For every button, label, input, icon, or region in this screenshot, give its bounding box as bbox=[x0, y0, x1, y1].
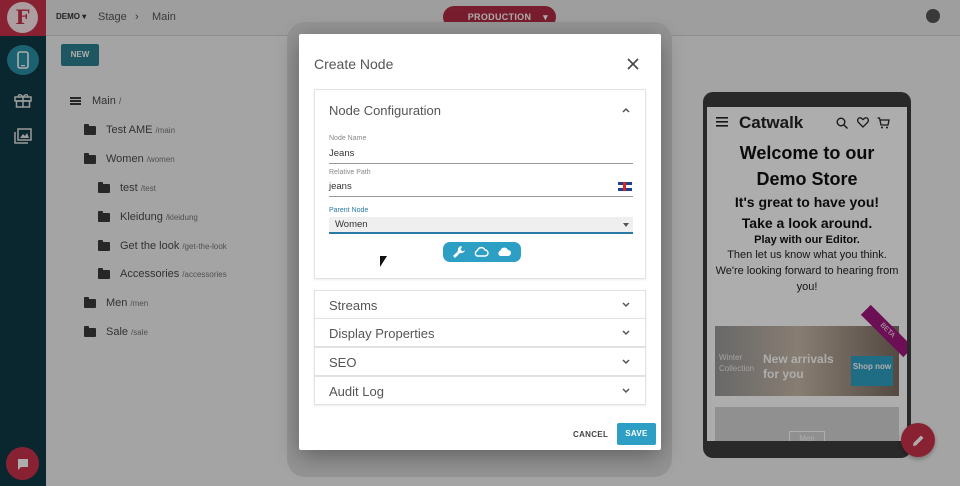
parent-node-label: Parent Node bbox=[329, 207, 369, 214]
chevron-down-icon bbox=[622, 359, 630, 365]
streams-panel[interactable]: Streams bbox=[314, 290, 646, 319]
panel-title-streams: Streams bbox=[329, 298, 378, 313]
node-configuration-panel: Node Configuration Node Name Jeans Relat… bbox=[314, 89, 646, 279]
dropdown-arrow-icon bbox=[623, 223, 629, 227]
relative-path-field[interactable]: jeans bbox=[329, 181, 633, 197]
mouse-cursor bbox=[380, 256, 387, 267]
chevron-down-icon bbox=[622, 388, 630, 394]
dialog-title: Create Node bbox=[314, 56, 394, 72]
action-button-group bbox=[443, 242, 521, 262]
relative-path-label: Relative Path bbox=[329, 169, 371, 176]
panel-title-seo: SEO bbox=[329, 355, 357, 370]
cloud-filled-icon[interactable] bbox=[496, 246, 512, 258]
panel-title-node-configuration[interactable]: Node Configuration bbox=[329, 103, 441, 118]
panel-title-display-properties: Display Properties bbox=[329, 326, 435, 341]
parent-node-value: Women bbox=[335, 219, 368, 230]
display-properties-panel[interactable]: Display Properties bbox=[314, 318, 646, 347]
panel-title-audit-log: Audit Log bbox=[329, 384, 384, 399]
chevron-up-icon[interactable] bbox=[621, 105, 631, 115]
wrench-icon[interactable] bbox=[452, 245, 466, 259]
chevron-down-icon bbox=[622, 302, 630, 308]
chevron-down-icon bbox=[622, 330, 630, 336]
uk-flag-icon[interactable] bbox=[618, 182, 632, 191]
save-button[interactable]: SAVE bbox=[617, 423, 656, 445]
create-node-dialog: Create Node Node Configuration Node Name… bbox=[299, 34, 661, 450]
seo-panel[interactable]: SEO bbox=[314, 347, 646, 376]
cancel-button[interactable]: CANCEL bbox=[573, 430, 608, 439]
node-name-field[interactable]: Jeans bbox=[329, 148, 633, 164]
node-name-label: Node Name bbox=[329, 135, 367, 142]
cloud-outline-icon[interactable] bbox=[473, 246, 489, 258]
parent-node-select[interactable]: Women bbox=[329, 217, 633, 234]
audit-log-panel[interactable]: Audit Log bbox=[314, 376, 646, 405]
close-icon[interactable] bbox=[625, 56, 641, 72]
